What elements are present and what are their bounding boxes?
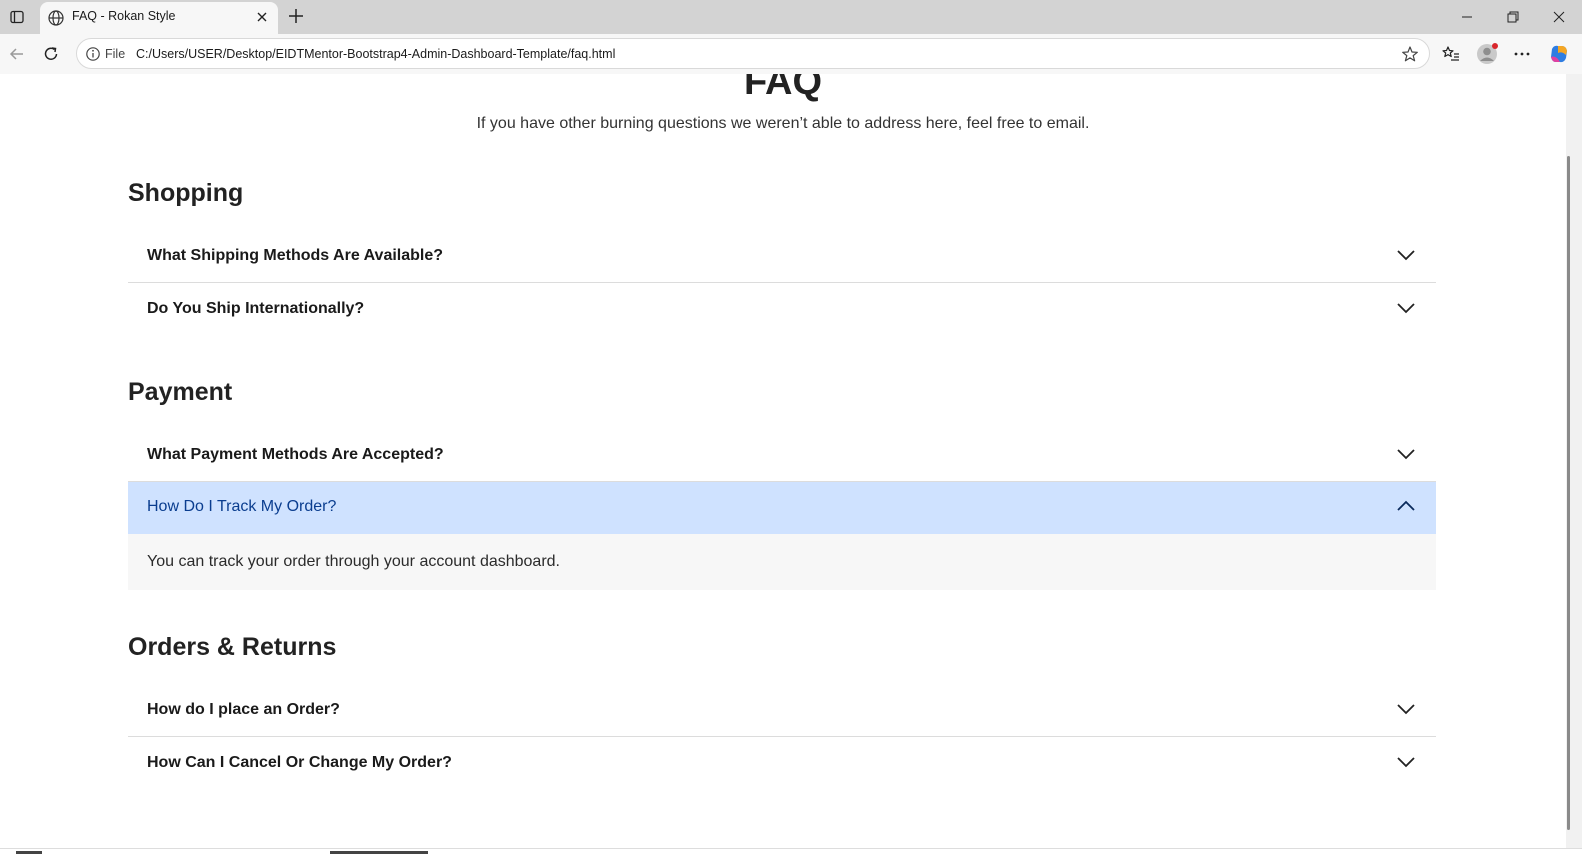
faq-item-ship-internationally[interactable]: Do You Ship Internationally?: [128, 284, 1436, 336]
star-icon[interactable]: [1401, 45, 1419, 63]
faq-question: How Can I Cancel Or Change My Order?: [147, 754, 452, 771]
horizontal-scrollbar[interactable]: [0, 848, 1582, 862]
more-icon[interactable]: [1509, 41, 1535, 67]
section-title-shopping: Shopping: [128, 179, 244, 207]
faq-item-payment-methods[interactable]: What Payment Methods Are Accepted?: [128, 430, 1436, 482]
file-chip: File: [105, 47, 126, 61]
copilot-icon[interactable]: [1546, 41, 1572, 67]
back-icon[interactable]: [4, 41, 30, 67]
scrollbar-thumb[interactable]: [1567, 156, 1570, 830]
refresh-icon[interactable]: [38, 41, 64, 67]
globe-icon: [46, 8, 66, 28]
faq-item-track-order[interactable]: How Do I Track My Order?: [128, 482, 1436, 534]
close-icon[interactable]: [254, 9, 270, 25]
browser-toolbar: File C:/Users/USER/Desktop/EIDTMentor-Bo…: [0, 34, 1582, 74]
tab-title: FAQ - Rokan Style: [72, 9, 176, 23]
restore-icon[interactable]: [1490, 0, 1536, 34]
section-title-payment: Payment: [128, 378, 233, 406]
address-bar[interactable]: File C:/Users/USER/Desktop/EIDTMentor-Bo…: [76, 38, 1430, 69]
tab-bar: FAQ - Rokan Style: [0, 0, 1582, 34]
chevron-down-icon: [1396, 702, 1416, 716]
chevron-down-icon: [1396, 248, 1416, 262]
faq-question: Do You Ship Internationally?: [147, 300, 365, 317]
chevron-down-icon: [1396, 301, 1416, 315]
scroll-segment: [330, 851, 428, 854]
faq-question: How Do I Track My Order?: [147, 498, 337, 515]
faq-item-place-order[interactable]: How do I place an Order?: [128, 685, 1436, 737]
minimize-icon[interactable]: [1444, 0, 1490, 34]
chevron-down-icon: [1396, 447, 1416, 461]
faq-item-cancel-order[interactable]: How Can I Cancel Or Change My Order?: [128, 738, 1436, 790]
chevron-up-icon: [1396, 499, 1416, 513]
tab-actions-icon[interactable]: [4, 4, 30, 30]
chevron-down-icon: [1396, 755, 1416, 769]
url-text[interactable]: C:/Users/USER/Desktop/EIDTMentor-Bootstr…: [136, 47, 615, 61]
scroll-segment: [16, 851, 42, 854]
faq-question: What Shipping Methods Are Available?: [147, 247, 444, 264]
faq-answer: You can track your order through your ac…: [147, 553, 560, 570]
page-subtitle: If you have other burning questions we w…: [476, 115, 1090, 132]
favorites-icon[interactable]: [1438, 41, 1464, 67]
info-icon[interactable]: [85, 46, 101, 62]
plus-icon[interactable]: [284, 4, 308, 28]
faq-question: How do I place an Order?: [147, 701, 340, 718]
faq-question: What Payment Methods Are Accepted?: [147, 446, 444, 463]
faq-answer-track-order: You can track your order through your ac…: [128, 534, 1436, 590]
window-close-icon[interactable]: [1536, 0, 1582, 34]
page-content: FAQ If you have other burning questions …: [0, 74, 1566, 848]
browser-tab[interactable]: FAQ - Rokan Style: [40, 2, 278, 34]
profile-icon[interactable]: [1474, 41, 1500, 67]
faq-item-shipping-methods[interactable]: What Shipping Methods Are Available?: [128, 231, 1436, 283]
section-title-orders-returns: Orders & Returns: [128, 633, 337, 661]
page-title: FAQ: [743, 74, 823, 103]
